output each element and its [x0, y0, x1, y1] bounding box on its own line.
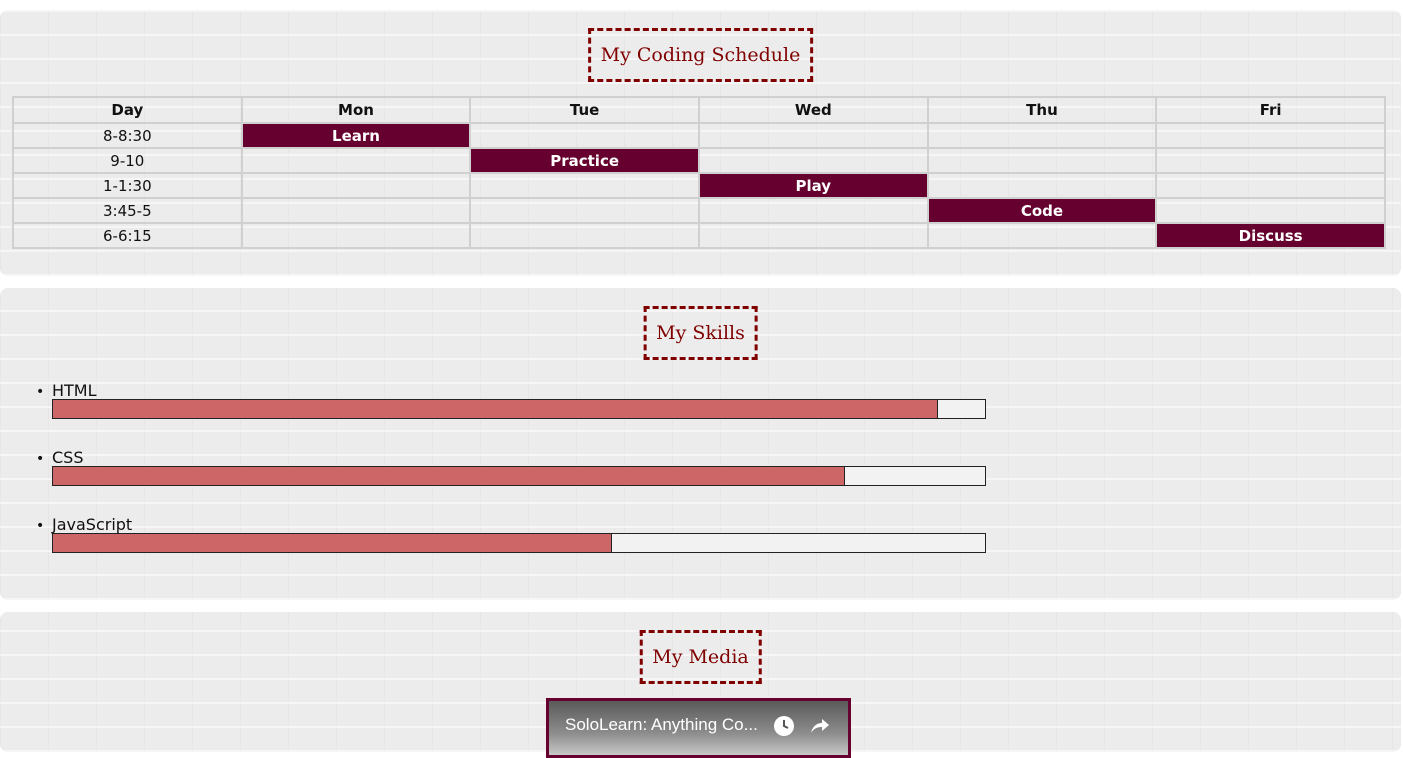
- schedule-row: 8-8:30 Learn: [12, 122, 1386, 149]
- bullet-icon: •: [36, 384, 45, 400]
- empty-cell: [697, 122, 929, 149]
- schedule-table: Day Mon Tue Wed Thu Fri 8-8:30 Learn 9-10 P…: [12, 96, 1386, 249]
- schedule-row: 3:45-5 Code: [12, 197, 1386, 224]
- bullet-icon: •: [36, 451, 45, 467]
- empty-cell: [240, 197, 472, 224]
- empty-cell: [926, 122, 1158, 149]
- empty-cell: [926, 147, 1158, 174]
- time-cell: 8-8:30: [12, 122, 243, 149]
- video-title[interactable]: SoloLearn: Anything Co...: [565, 715, 758, 735]
- schedule-header-row: Day Mon Tue Wed Thu Fri: [12, 96, 1386, 124]
- skill-progress-fill: [53, 534, 613, 552]
- time-cell: 9-10: [12, 147, 243, 174]
- empty-cell: [469, 222, 700, 249]
- skill-item: • JavaScript: [36, 515, 996, 553]
- empty-cell: [926, 222, 1158, 249]
- activity-cell: Play: [697, 172, 929, 199]
- skill-progress-bar: [52, 399, 986, 419]
- skill-label-row: • HTML: [36, 381, 996, 401]
- empty-cell: [469, 197, 700, 224]
- empty-cell: [1155, 172, 1386, 199]
- empty-cell: [240, 222, 472, 249]
- activity-cell: Code: [926, 197, 1158, 224]
- schedule-row: 6-6:15 Discuss: [12, 222, 1386, 249]
- header-day: Day: [12, 96, 243, 124]
- activity-cell: Practice: [469, 147, 700, 174]
- schedule-row: 9-10 Practice: [12, 147, 1386, 174]
- skill-label-row: • JavaScript: [36, 515, 996, 535]
- header-fri: Fri: [1155, 96, 1386, 124]
- skill-progress-bar: [52, 466, 986, 486]
- skill-item: • CSS: [36, 448, 996, 486]
- header-mon: Mon: [240, 96, 472, 124]
- schedule-section: My Coding Schedule Day Mon Tue Wed Thu F…: [0, 10, 1401, 276]
- skills-title: My Skills: [643, 306, 758, 360]
- empty-cell: [240, 172, 472, 199]
- empty-cell: [697, 197, 929, 224]
- skill-label: HTML: [52, 381, 97, 400]
- media-section: My Media SoloLearn: Anything Co...: [0, 612, 1401, 758]
- empty-cell: [240, 147, 472, 174]
- skill-progress-fill: [53, 400, 939, 418]
- time-cell: 1-1:30: [12, 172, 243, 199]
- media-title: My Media: [639, 630, 762, 684]
- video-embed[interactable]: SoloLearn: Anything Co...: [546, 698, 851, 758]
- share-icon[interactable]: [809, 715, 831, 737]
- bullet-icon: •: [36, 518, 45, 534]
- empty-cell: [697, 222, 929, 249]
- time-cell: 3:45-5: [12, 197, 243, 224]
- skills-section: My Skills • HTML • CSS • JavaScript: [0, 288, 1401, 600]
- empty-cell: [469, 172, 700, 199]
- empty-cell: [697, 147, 929, 174]
- schedule-row: 1-1:30 Play: [12, 172, 1386, 199]
- header-tue: Tue: [469, 96, 700, 124]
- empty-cell: [1155, 147, 1386, 174]
- header-thu: Thu: [926, 96, 1158, 124]
- schedule-title: My Coding Schedule: [587, 28, 814, 82]
- skill-label: CSS: [52, 448, 84, 467]
- empty-cell: [1155, 197, 1386, 224]
- skill-progress-fill: [53, 467, 846, 485]
- empty-cell: [1155, 122, 1386, 149]
- header-wed: Wed: [697, 96, 929, 124]
- skill-progress-bar: [52, 533, 986, 553]
- empty-cell: [926, 172, 1158, 199]
- time-cell: 6-6:15: [12, 222, 243, 249]
- activity-cell: Learn: [240, 122, 472, 149]
- skill-item: • HTML: [36, 381, 996, 419]
- clock-icon[interactable]: [773, 715, 795, 737]
- activity-cell: Discuss: [1155, 222, 1386, 249]
- skill-label: JavaScript: [52, 515, 133, 534]
- empty-cell: [469, 122, 700, 149]
- skill-label-row: • CSS: [36, 448, 996, 468]
